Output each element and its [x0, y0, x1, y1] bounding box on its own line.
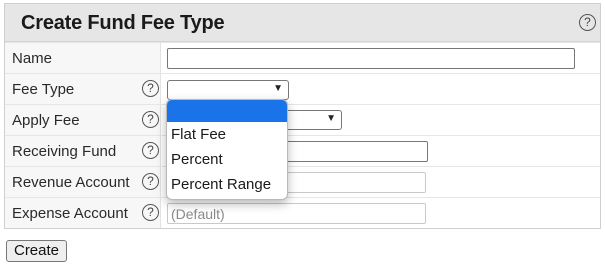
- fee-type-select[interactable]: ▼: [167, 80, 289, 100]
- expense-account-input[interactable]: (Default): [167, 203, 426, 224]
- help-icon[interactable]: ?: [142, 204, 159, 221]
- field-label-expense-account: Expense Account: [12, 205, 128, 222]
- panel-header: Create Fund Fee Type ?: [5, 4, 600, 42]
- help-icon[interactable]: ?: [142, 111, 159, 128]
- chevron-down-icon: ▼: [326, 113, 336, 124]
- field-label-apply-fee: Apply Fee: [12, 112, 80, 129]
- label-cell: Apply Fee ?: [5, 104, 161, 135]
- value-cell: [161, 42, 600, 73]
- label-cell: Fee Type ?: [5, 73, 161, 104]
- name-input[interactable]: [167, 48, 575, 69]
- form-row-fee-type: Fee Type ? ▼: [5, 73, 600, 104]
- dropdown-option-flat-fee[interactable]: Flat Fee: [167, 122, 287, 147]
- field-label-receiving-fund: Receiving Fund: [12, 143, 117, 160]
- label-cell: Name: [5, 42, 161, 73]
- help-icon[interactable]: ?: [142, 142, 159, 159]
- help-icon[interactable]: ?: [142, 80, 159, 97]
- create-fund-fee-type-panel: Create Fund Fee Type ? Name Fee Type ? ▼…: [4, 3, 601, 229]
- dropdown-option-percent-range[interactable]: Percent Range: [167, 172, 287, 197]
- label-cell: Revenue Account ?: [5, 166, 161, 197]
- field-label-name: Name: [12, 50, 53, 67]
- value-cell: (Default): [161, 197, 600, 228]
- form-row-name: Name: [5, 42, 600, 73]
- form-row-apply-fee: Apply Fee ? ▼: [5, 104, 600, 135]
- field-label-fee-type: Fee Type: [12, 81, 75, 98]
- dropdown-option-percent[interactable]: Percent: [167, 147, 287, 172]
- form-row-receiving-fund: Receiving Fund ?: [5, 135, 600, 166]
- field-label-revenue-account: Revenue Account: [12, 174, 130, 191]
- chevron-down-icon: ▼: [273, 83, 283, 94]
- help-icon[interactable]: ?: [142, 173, 159, 190]
- help-icon[interactable]: ?: [579, 14, 596, 31]
- label-cell: Receiving Fund ?: [5, 135, 161, 166]
- form-row-expense-account: Expense Account ? (Default): [5, 197, 600, 228]
- dropdown-option-blank[interactable]: [167, 100, 287, 122]
- label-cell: Expense Account ?: [5, 197, 161, 228]
- create-button[interactable]: Create: [6, 240, 67, 262]
- expense-account-placeholder: (Default): [171, 206, 225, 222]
- form-row-revenue-account: Revenue Account ?: [5, 166, 600, 197]
- fee-type-dropdown-list: Flat Fee Percent Percent Range: [166, 99, 288, 200]
- page-title: Create Fund Fee Type: [21, 12, 225, 34]
